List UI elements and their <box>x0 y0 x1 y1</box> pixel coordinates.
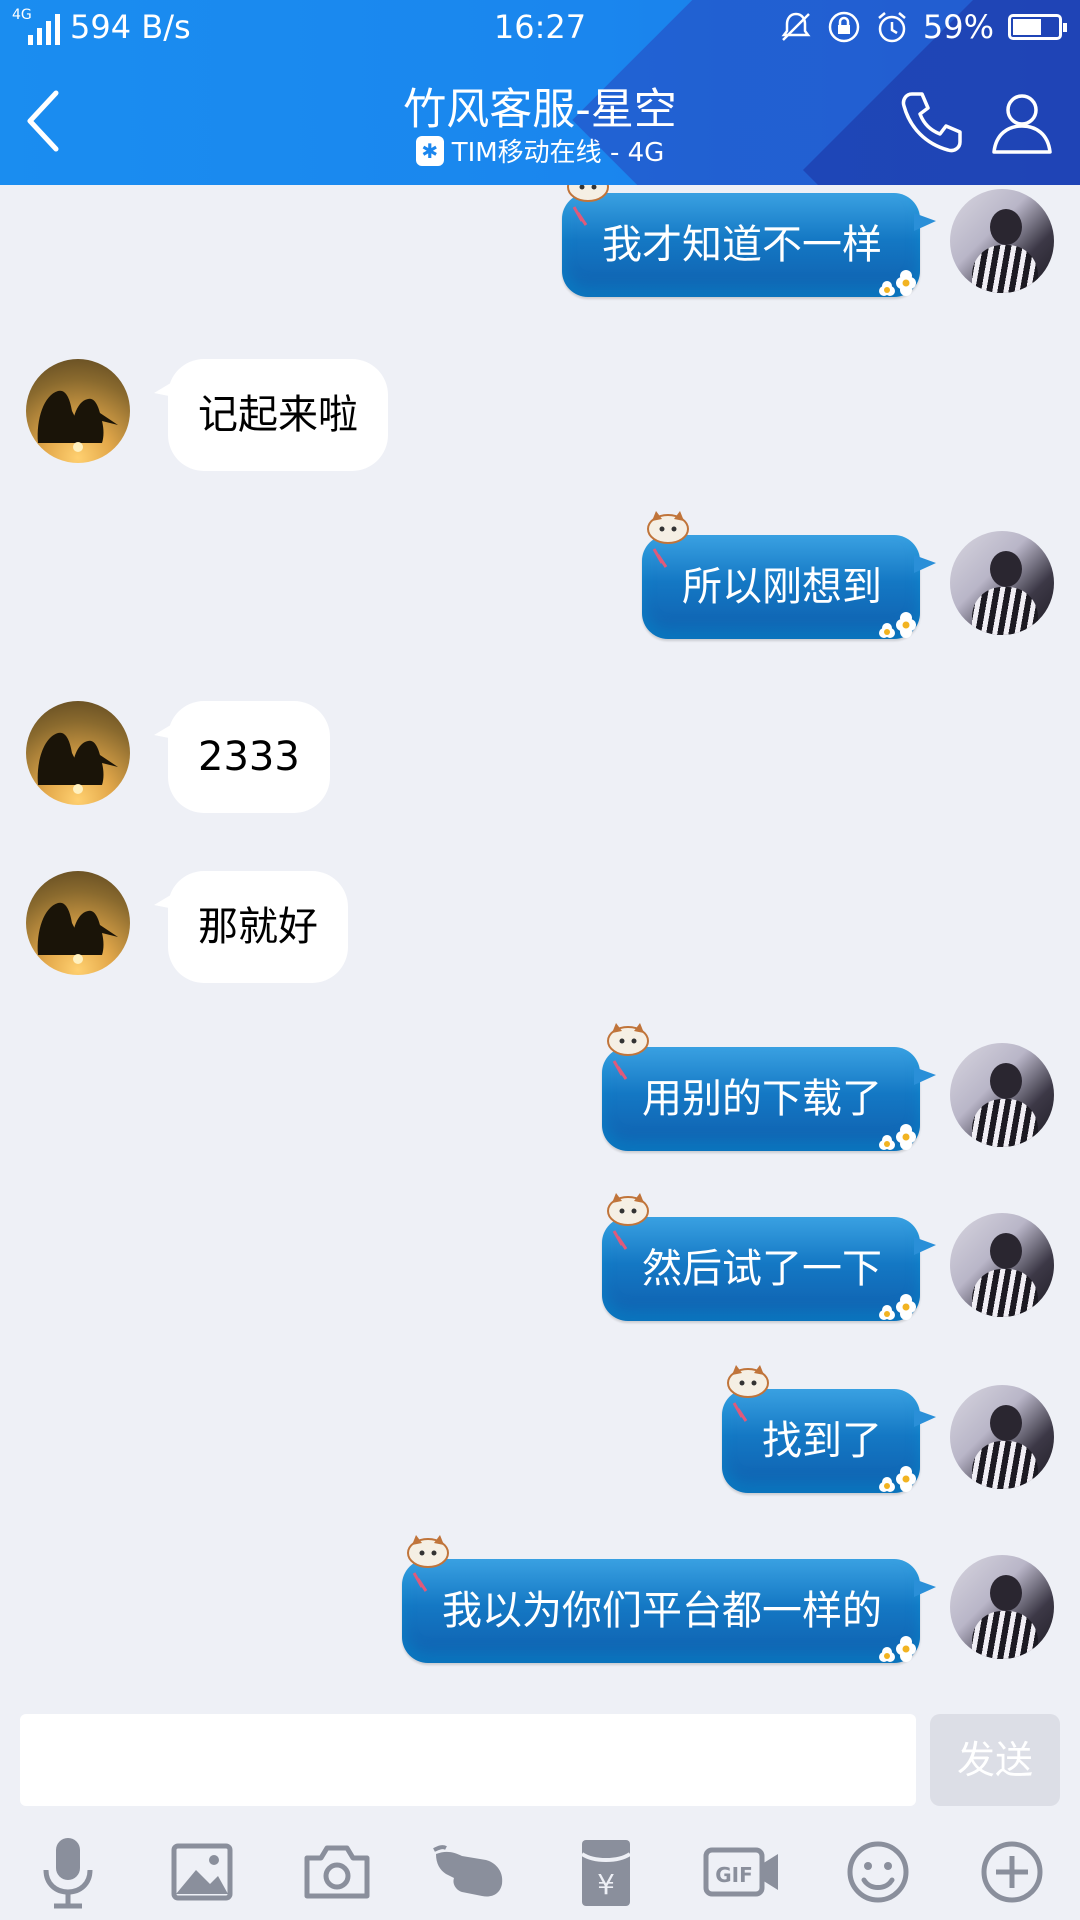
self-avatar[interactable] <box>950 1385 1054 1489</box>
profile-button[interactable] <box>988 88 1056 156</box>
flower-icon <box>879 612 916 638</box>
message-row: 记起来啦 <box>0 359 1080 479</box>
message-row: 我以为你们平台都一样的 <box>0 1535 1080 1675</box>
flower-icon <box>879 270 916 296</box>
flower-icon <box>879 1636 916 1662</box>
flower-icon <box>879 1294 916 1320</box>
penguin-avatar-icon <box>37 902 118 964</box>
message-row: 我才知道不一样 <box>0 185 1080 309</box>
penguin-avatar-icon <box>37 732 118 794</box>
message-text: 我才知道不一样 <box>602 222 882 268</box>
flower-icon <box>879 1466 916 1492</box>
mute-icon <box>781 12 811 41</box>
send-button[interactable]: 发送 <box>930 1714 1060 1806</box>
cat-sticker-icon <box>647 511 689 568</box>
cat-sticker-icon <box>407 1535 449 1592</box>
cat-sticker-icon <box>567 185 609 226</box>
emoji-icon[interactable] <box>838 1832 918 1912</box>
plus-icon[interactable] <box>972 1832 1052 1912</box>
online-status: TIM移动在线 - 4G <box>451 138 665 168</box>
red-packet-icon[interactable]: ¥ <box>566 1832 646 1912</box>
message-text: 然后试了一下 <box>642 1246 882 1292</box>
gif-icon[interactable]: GIF <box>702 1832 782 1912</box>
incoming-bubble[interactable]: 那就好 <box>154 871 348 983</box>
message-row: 那就好 <box>0 871 1080 991</box>
self-avatar[interactable] <box>950 189 1054 293</box>
message-text: 那就好 <box>198 904 318 950</box>
message-list[interactable]: 我才知道不一样 记起来啦 所以刚想到 2333 那就好 用别的下载了 然后试了一… <box>0 185 1080 1710</box>
message-text: 记起来啦 <box>198 392 358 438</box>
battery-icon <box>1008 14 1067 40</box>
penguin-avatar-icon <box>37 390 118 452</box>
message-input[interactable] <box>20 1714 916 1806</box>
lock-rotation-icon <box>828 11 860 43</box>
image-icon[interactable] <box>162 1832 242 1912</box>
person-icon <box>992 94 1052 154</box>
camera-icon[interactable] <box>297 1832 377 1912</box>
incoming-bubble[interactable]: 记起来啦 <box>154 359 388 471</box>
outgoing-bubble[interactable]: 然后试了一下 <box>602 1193 936 1321</box>
outgoing-bubble[interactable]: 用别的下载了 <box>602 1023 936 1151</box>
self-avatar[interactable] <box>950 1213 1054 1317</box>
cat-sticker-icon <box>727 1365 769 1422</box>
phone-icon <box>901 92 962 153</box>
message-row: 用别的下载了 <box>0 1023 1080 1163</box>
battery-percent: 59% <box>922 8 994 46</box>
contact-avatar[interactable] <box>26 701 130 805</box>
message-text: 我以为你们平台都一样的 <box>442 1588 882 1634</box>
input-toolbar: ¥ GIF <box>0 1832 1080 1912</box>
self-avatar[interactable] <box>950 1043 1054 1147</box>
poke-icon[interactable] <box>432 1832 512 1912</box>
message-text: 所以刚想到 <box>682 564 882 610</box>
message-text: 用别的下载了 <box>642 1076 882 1122</box>
cat-sticker-icon <box>607 1193 649 1250</box>
outgoing-bubble[interactable]: 我才知道不一样 <box>562 185 936 297</box>
svg-text:¥: ¥ <box>597 1868 615 1901</box>
self-avatar[interactable] <box>950 1555 1054 1659</box>
input-bar: 发送 ¥ GIF <box>0 1710 1080 1920</box>
message-row: 然后试了一下 <box>0 1193 1080 1333</box>
message-row: 所以刚想到 <box>0 511 1080 651</box>
tim-icon: ✱ <box>415 135 444 166</box>
incoming-bubble[interactable]: 2333 <box>154 701 330 813</box>
message-row: 2333 <box>0 701 1080 821</box>
outgoing-bubble[interactable]: 我以为你们平台都一样的 <box>402 1535 936 1663</box>
mic-icon[interactable] <box>28 1832 108 1912</box>
message-text: 2333 <box>198 734 300 780</box>
contact-avatar[interactable] <box>26 359 130 463</box>
outgoing-bubble[interactable]: 找到了 <box>722 1365 936 1493</box>
status-bar: 4G 594 B/s 16:27 59% <box>0 0 1080 56</box>
message-row: 找到了 <box>0 1365 1080 1505</box>
outgoing-bubble[interactable]: 所以刚想到 <box>642 511 936 639</box>
svg-text:GIF: GIF <box>715 1863 753 1887</box>
flower-icon <box>879 1124 916 1150</box>
contact-avatar[interactable] <box>26 871 130 975</box>
cat-sticker-icon <box>607 1023 649 1080</box>
alarm-icon <box>878 12 906 43</box>
self-avatar[interactable] <box>950 531 1054 635</box>
call-button[interactable] <box>898 88 966 156</box>
chat-header: 4G 594 B/s 16:27 59% 竹风客服-星空 ✱ TIM移动在线 -… <box>0 0 1080 185</box>
